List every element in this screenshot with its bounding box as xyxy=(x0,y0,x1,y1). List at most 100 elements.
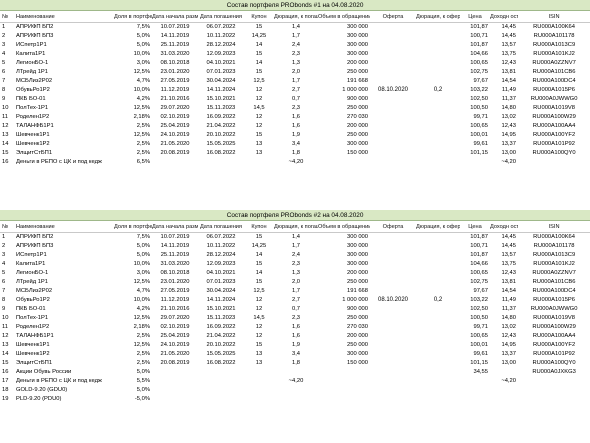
offer-duration-cell: 0,2 xyxy=(433,87,443,93)
cell-volume: 250 000 xyxy=(347,105,368,111)
cell-row-number: 4 xyxy=(2,51,6,57)
table-row: 3 ИСпетр1Р1 5,0% 25.11.2019 28.12.2024 14 2,4 3… xyxy=(0,251,590,260)
cell-portfolio-share: 12,5% xyxy=(133,69,150,75)
cell-bond-name: Акции Обувь России xyxy=(16,369,72,375)
cell-maturity-date: 28.12.2024 xyxy=(206,252,236,258)
cell-coupon xyxy=(244,158,274,167)
cell-bond-name: Шевченк1Р2 xyxy=(16,351,50,357)
cell-row-number: 6 xyxy=(2,69,6,75)
cell-price: 100,01 xyxy=(470,132,488,138)
cell-placement-date: 29.07.2020 xyxy=(160,315,190,321)
table-row: 8 ОбувьРо1Р2 10,0% 11.12.2019 14.11.2024 12 2,… xyxy=(0,296,590,305)
cell-yield: 14,45 xyxy=(501,234,516,240)
cell-duration-maturity: 1,6 xyxy=(291,123,301,129)
cell-bond-name: ЛегионБО-1 xyxy=(16,270,49,276)
cell-coupon: 12 xyxy=(255,114,263,120)
cell-maturity-date: 15.05.2025 xyxy=(206,351,236,357)
table-row: 2 АПРИФП БП3 5,0% 14.11.2019 10.11.2022 14,25… xyxy=(0,242,590,251)
cell-row-number: 8 xyxy=(2,297,6,303)
cell-yield: 14,45 xyxy=(501,33,516,39)
cell-maturity-date: 12.09.2023 xyxy=(206,261,236,267)
cell-maturity-date: 20.10.2022 xyxy=(206,342,236,348)
cell-bond-name: GOLD-9.20 (GDU0) xyxy=(16,387,68,393)
cell-maturity-date: 30.04.2024 xyxy=(206,288,236,294)
cell-coupon: 14 xyxy=(255,270,263,276)
cell-maturity-date xyxy=(198,395,244,404)
cell-row-number: 11 xyxy=(2,324,9,330)
cell-placement-date: 10.07.2019 xyxy=(160,24,190,30)
cell-price: 100,65 xyxy=(470,60,488,66)
cell-duration-maturity xyxy=(274,386,318,395)
cell-portfolio-share: 5,0% xyxy=(136,243,150,249)
cell-bond-name: ЛТрейд 1Р1 xyxy=(16,279,49,285)
cell-duration-maturity: 1,7 xyxy=(291,78,301,84)
cell-maturity-date: 10.11.2022 xyxy=(206,243,236,249)
cell-duration-maturity: 2,0 xyxy=(291,69,301,75)
cell-volume: 300 000 xyxy=(347,141,368,147)
cell-maturity-date: 12.09.2023 xyxy=(206,51,236,57)
cell-bond-name: ОбувьРо1Р2 xyxy=(16,297,50,303)
cell-portfolio-share: 6,5% xyxy=(136,159,150,165)
cell-yield: ~4,20 xyxy=(501,378,516,384)
table-row: 5 ЛегионБО-1 3,0% 08.10.2018 04.10.2021 14 1,3… xyxy=(0,59,590,68)
cell-maturity-date: 10.11.2022 xyxy=(206,33,236,39)
table-row: 5 ЛегионБО-1 3,0% 08.10.2018 04.10.2021 14 1,3… xyxy=(0,269,590,278)
portfolio-title: Состав портфеля PRObonds #2 на 04.08.202… xyxy=(0,210,590,221)
table-row: 7 МСБЛиз2Р02 4,7% 27.05.2019 30.04.2024 12,5 1… xyxy=(0,287,590,296)
table-row: 17 Деньги в РЕПО с ЦК и под кедж 5,5% ~4,20… xyxy=(0,377,590,386)
cell-maturity-date xyxy=(198,377,244,386)
cell-portfolio-share: 2,5% xyxy=(136,150,150,156)
cell-isin xyxy=(518,386,590,395)
cell-row-number: 7 xyxy=(2,78,6,84)
cell-isin: RU000A101178 xyxy=(533,243,575,249)
cell-maturity-date: 15.10.2021 xyxy=(206,96,236,102)
cell-maturity-date: 28.12.2024 xyxy=(206,42,236,48)
cell-coupon: 14 xyxy=(255,60,263,66)
cell-price: 103,22 xyxy=(470,87,488,93)
cell-duration-maturity: ~4,20 xyxy=(288,378,304,384)
cell-volume: 250 000 xyxy=(347,315,368,321)
cell-duration-maturity: 1,6 xyxy=(291,324,301,330)
cell-isin: RU000A1015P6 xyxy=(533,87,576,93)
cell-portfolio-share: 2,18% xyxy=(133,324,150,330)
cell-isin: RU000A1019V8 xyxy=(533,315,576,321)
cell-isin: RU000A100W29 xyxy=(532,324,576,330)
cell-coupon: 12 xyxy=(255,87,263,93)
cell-maturity-date: 16.08.2022 xyxy=(206,360,236,366)
cell-coupon: 14,5 xyxy=(253,315,265,321)
cell-bond-name: ИСпетр1Р1 xyxy=(16,252,47,258)
cell-price: 102,50 xyxy=(470,306,488,312)
spreadsheet: Состав портфеля PRObonds #1 на 04.08.202… xyxy=(0,0,590,443)
cell-portfolio-share: 5,5% xyxy=(136,378,150,384)
cell-yield: 14,45 xyxy=(501,24,516,30)
cell-bond-name: Калита1Р1 xyxy=(16,51,46,57)
cell-volume: 1 000 000 xyxy=(342,297,368,303)
column-header-offer-date: Оферта xyxy=(370,220,416,233)
cell-maturity-date: 20.10.2022 xyxy=(206,132,236,138)
cell-placement-date xyxy=(152,368,198,377)
column-header-duration-maturity: Дюрация, к погашению лет xyxy=(274,10,318,23)
cell-placement-date: 21.05.2020 xyxy=(160,351,190,357)
cell-coupon: 13 xyxy=(255,141,263,147)
cell-portfolio-share: -5,0% xyxy=(134,396,150,402)
column-header-isin: ISIN xyxy=(518,220,590,233)
cell-portfolio-share: 4,7% xyxy=(136,288,150,294)
cell-row-number: 2 xyxy=(2,243,6,249)
cell-portfolio-share: 2,5% xyxy=(136,333,150,339)
table-row: 2 АПРИФП БП3 5,0% 14.11.2019 10.11.2022 14,25… xyxy=(0,32,590,41)
cell-portfolio-share: 10,0% xyxy=(133,51,150,57)
cell-volume: 200 000 xyxy=(347,270,368,276)
cell-coupon xyxy=(244,395,274,404)
cell-volume xyxy=(318,368,370,377)
cell-yield: 11,49 xyxy=(501,297,516,303)
cell-placement-date: 08.10.2018 xyxy=(160,60,190,66)
column-header-maturity-date: Дата погашения xyxy=(198,10,244,23)
cell-volume: 200 000 xyxy=(347,60,368,66)
cell-bond-name: ПолТех-1Р1 xyxy=(16,105,49,111)
cell-coupon: 12 xyxy=(255,324,263,330)
portfolio-1-block: Состав портфеля PRObonds #1 на 04.08.202… xyxy=(0,0,590,167)
cell-portfolio-share: 5,0% xyxy=(136,33,150,39)
table-row: 1 АПРИФП БП2 7,5% 10.07.2019 06.07.2022 15 1,4… xyxy=(0,23,590,93)
cell-placement-date: 29.07.2020 xyxy=(160,105,190,111)
table-row: 9 ПКБ БО-01 4,2% 21.10.2016 15.10.2021 12 0,7 9… xyxy=(0,305,590,314)
